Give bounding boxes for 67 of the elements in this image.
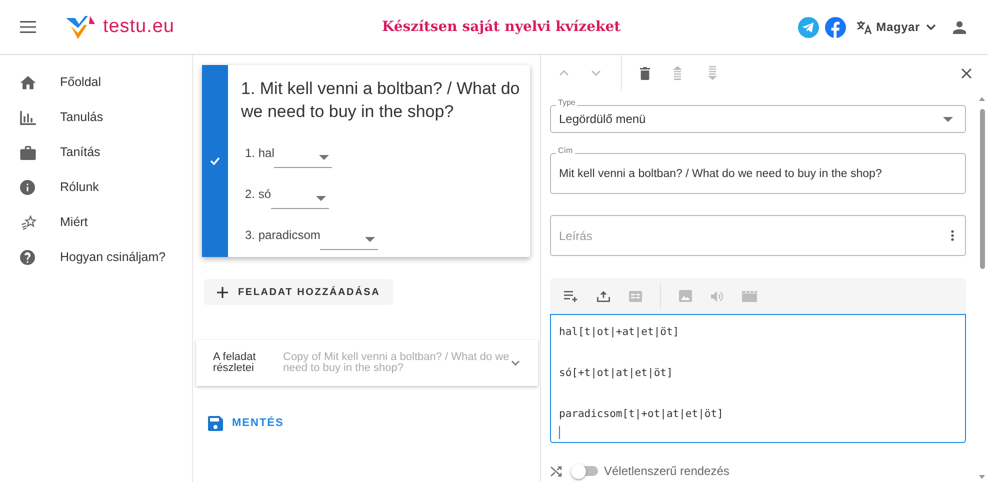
field-label: Cím: [556, 146, 575, 156]
translate-icon: [856, 20, 872, 34]
upload-icon[interactable]: [597, 290, 610, 302]
stars-icon: [20, 215, 37, 230]
blank-label: 2. só: [245, 186, 272, 203]
caret-icon: [365, 237, 376, 242]
content-editor[interactable]: hal[t|ot|+at|et|öt] só[+t|ot|at|et|öt] paradicsom[t|+ot|at|et|öt]: [550, 314, 966, 443]
volume-icon[interactable]: [711, 290, 723, 302]
title-value: Mit kell venni a boltban? / What do we need to buy in the shop?: [559, 166, 882, 182]
caret-icon: [316, 196, 326, 201]
content-line: paradicsom[t|+ot|at|et|öt]: [559, 407, 724, 422]
sidebar-item[interactable]: Hogyan csináljam?: [0, 240, 192, 275]
help-icon: [20, 250, 35, 265]
sidebar-item[interactable]: Miért: [0, 205, 192, 240]
caret-icon: [943, 116, 953, 122]
plus-icon: [217, 286, 228, 298]
move-to-bottom-icon[interactable]: [708, 66, 717, 80]
caret-icon: [319, 155, 330, 160]
sidebar-item[interactable]: Tanítás: [0, 135, 192, 170]
content-line: hal[t|ot|+at|et|öt]: [559, 325, 680, 340]
close-icon[interactable]: [961, 68, 972, 78]
details-panel[interactable]: A feladat részletei Copy of Mit kell venni a boltban? / What do we need to buy in the shop?: [196, 340, 538, 386]
question-title: 1. Mit kell venni a boltban? / What do we need to buy in the shop?: [241, 78, 521, 123]
blank-label: 1. hal: [245, 145, 274, 162]
bar-chart-icon: [20, 110, 36, 124]
question-card[interactable]: 1. Mit kell venni a boltban? / What do we need to buy in the shop? 1. hal 2. só 3. paradicsom: [202, 65, 530, 257]
language-selector[interactable]: Magyar: [876, 18, 936, 36]
info-icon: [20, 180, 35, 195]
menu-icon[interactable]: [20, 21, 36, 33]
home-icon: [20, 76, 36, 90]
details-value: Copy of Mit kell venni a boltban? / What do we need to buy in the shop?: [283, 352, 510, 374]
trash-icon[interactable]: [640, 66, 650, 80]
chevron-up-icon[interactable]: [559, 70, 569, 76]
page-title: Készítsen saját nyelvi kvízeket: [380, 18, 622, 36]
brand-name[interactable]: testu.eu: [103, 12, 174, 42]
facebook-icon[interactable]: [825, 16, 846, 38]
video-icon[interactable]: [742, 290, 757, 302]
title-field[interactable]: Mit kell venni a boltban? / What do we need to buy in the shop?: [550, 153, 966, 194]
type-select[interactable]: Legördülő menü: [550, 105, 966, 133]
move-to-top-icon[interactable]: [673, 66, 682, 80]
save-button[interactable]: MENTÉS: [208, 415, 284, 432]
sidebar-item[interactable]: Főoldal: [0, 65, 192, 100]
shuffle-icon: [550, 466, 562, 476]
blank-label: 3. paradicsom: [245, 227, 320, 244]
more-icon[interactable]: [951, 230, 954, 241]
field-label: Type: [556, 98, 578, 108]
briefcase-icon: [20, 146, 36, 160]
sidebar-item[interactable]: Tanulás: [0, 100, 192, 135]
details-label: A feladat részletei: [213, 352, 257, 374]
add-list-icon[interactable]: [564, 290, 578, 302]
table-icon[interactable]: [629, 290, 642, 302]
shuffle-label: Véletlenszerű rendezés: [604, 463, 730, 480]
image-icon[interactable]: [679, 290, 692, 302]
logo-icon: [66, 16, 96, 38]
chevron-down-icon[interactable]: [511, 360, 520, 366]
description-field[interactable]: Leírás: [550, 215, 966, 256]
content-line: só[+t|ot|at|et|öt]: [559, 366, 673, 381]
check-icon: [210, 157, 220, 165]
telegram-icon[interactable]: [798, 16, 820, 38]
shuffle-toggle[interactable]: [571, 463, 598, 479]
sidebar-item[interactable]: Rólunk: [0, 170, 192, 205]
chevron-down-icon: [926, 24, 936, 30]
type-value: Legördülő menü: [559, 111, 647, 128]
account-icon[interactable]: [953, 20, 966, 34]
add-task-button[interactable]: FELADAT HOZZÁADÁSA: [204, 279, 394, 305]
chevron-down-icon[interactable]: [591, 70, 601, 76]
save-icon: [208, 416, 223, 431]
